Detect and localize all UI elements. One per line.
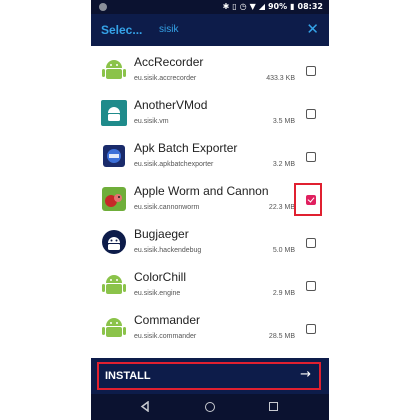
select-checkbox[interactable] xyxy=(306,109,316,119)
recents-icon[interactable] xyxy=(269,402,278,411)
phone-screen: ✱ ▯ ◷ ▼ ◢ 90% ▮ 08:32 Selec... sisik ✕ A… xyxy=(91,0,329,420)
app-package: eu.sisik.commander xyxy=(134,333,197,340)
list-item[interactable]: AccRecorder eu.sisik.accrecorder 433.3 K… xyxy=(91,50,329,93)
clock: 08:32 xyxy=(297,2,323,11)
app-size: 28.5 MB xyxy=(268,333,295,340)
system-nav-bar xyxy=(91,394,329,420)
app-name: Apk Batch Exporter xyxy=(134,141,238,155)
app-package: eu.sisik.apkbatchexporter xyxy=(134,161,214,168)
list-item[interactable]: AnotherVMod eu.sisik.vm 3.5 MB xyxy=(91,93,329,136)
app-name: Bugjaeger xyxy=(134,227,189,241)
app-name: Apple Worm and Cannon xyxy=(134,184,269,198)
select-checkbox[interactable] xyxy=(306,238,316,248)
list-item[interactable]: Apk Batch Exporter eu.sisik.apkbatchexpo… xyxy=(91,136,329,179)
bottom-bar: INSTALL → xyxy=(91,358,329,394)
list-item[interactable]: Commander eu.sisik.commander 28.5 MB xyxy=(91,308,329,351)
select-checkbox[interactable] xyxy=(306,324,316,334)
bluetooth-icon: ✱ xyxy=(222,2,230,11)
battery-icon: ▮ xyxy=(290,2,295,11)
battery-percent: 90% xyxy=(267,2,288,11)
app-size: 22.3 MB xyxy=(268,204,295,211)
install-button[interactable]: INSTALL → xyxy=(97,362,321,390)
status-bar: ✱ ▯ ◷ ▼ ◢ 90% ▮ 08:32 xyxy=(91,0,329,14)
app-size: 433.3 KB xyxy=(266,75,295,82)
app-package: eu.sisik.engine xyxy=(134,290,181,297)
app-name: Commander xyxy=(134,313,201,327)
select-checkbox[interactable] xyxy=(306,152,316,162)
app-name: AnotherVMod xyxy=(134,98,208,112)
search-input[interactable]: sisik xyxy=(159,24,178,35)
close-icon[interactable]: ✕ xyxy=(306,20,319,38)
status-icons: ✱ ▯ ◷ ▼ ◢ 90% ▮ 08:32 xyxy=(223,2,323,11)
list-item[interactable]: Bugjaeger eu.sisik.hackendebug 5.0 MB xyxy=(91,222,329,265)
app-bar: Selec... sisik ✕ xyxy=(91,14,329,46)
signal-icon: ◢ xyxy=(258,2,265,11)
app-name: ColorChill xyxy=(134,270,187,284)
app-size: 5.0 MB xyxy=(272,247,295,254)
android-robot-icon xyxy=(102,60,126,79)
app-package: eu.sisik.accrecorder xyxy=(134,75,197,82)
apk-icon xyxy=(103,145,125,167)
app-list[interactable]: AccRecorder eu.sisik.accrecorder 433.3 K… xyxy=(91,50,329,356)
home-icon[interactable] xyxy=(205,402,215,412)
notification-dot-icon xyxy=(99,3,107,11)
app-package: eu.sisik.vm xyxy=(134,118,169,125)
android-teal-icon xyxy=(101,100,127,126)
back-icon[interactable] xyxy=(140,401,150,412)
worm-apple-icon xyxy=(102,187,126,211)
arrow-right-icon: → xyxy=(300,367,311,382)
alarm-icon: ◷ xyxy=(239,2,247,11)
highlight-box xyxy=(294,183,322,216)
vibrate-icon: ▯ xyxy=(232,2,237,11)
app-size: 3.2 MB xyxy=(272,161,295,168)
list-item[interactable]: Apple Worm and Cannon eu.sisik.cannonwor… xyxy=(91,179,329,222)
select-checkbox[interactable] xyxy=(306,66,316,76)
app-size: 2.9 MB xyxy=(272,290,295,297)
install-label: INSTALL xyxy=(105,370,151,382)
app-size: 3.5 MB xyxy=(272,118,295,125)
wifi-icon: ▼ xyxy=(249,2,256,11)
app-name: AccRecorder xyxy=(134,55,204,69)
android-robot-icon xyxy=(102,275,126,294)
list-item[interactable]: ColorChill eu.sisik.engine 2.9 MB xyxy=(91,265,329,308)
select-checkbox[interactable] xyxy=(306,281,316,291)
app-package: eu.sisik.cannonworm xyxy=(134,204,200,211)
android-robot-icon xyxy=(102,318,126,337)
app-package: eu.sisik.hackendebug xyxy=(134,247,202,254)
page-title: Selec... xyxy=(101,23,143,37)
bug-robot-icon xyxy=(102,230,126,254)
